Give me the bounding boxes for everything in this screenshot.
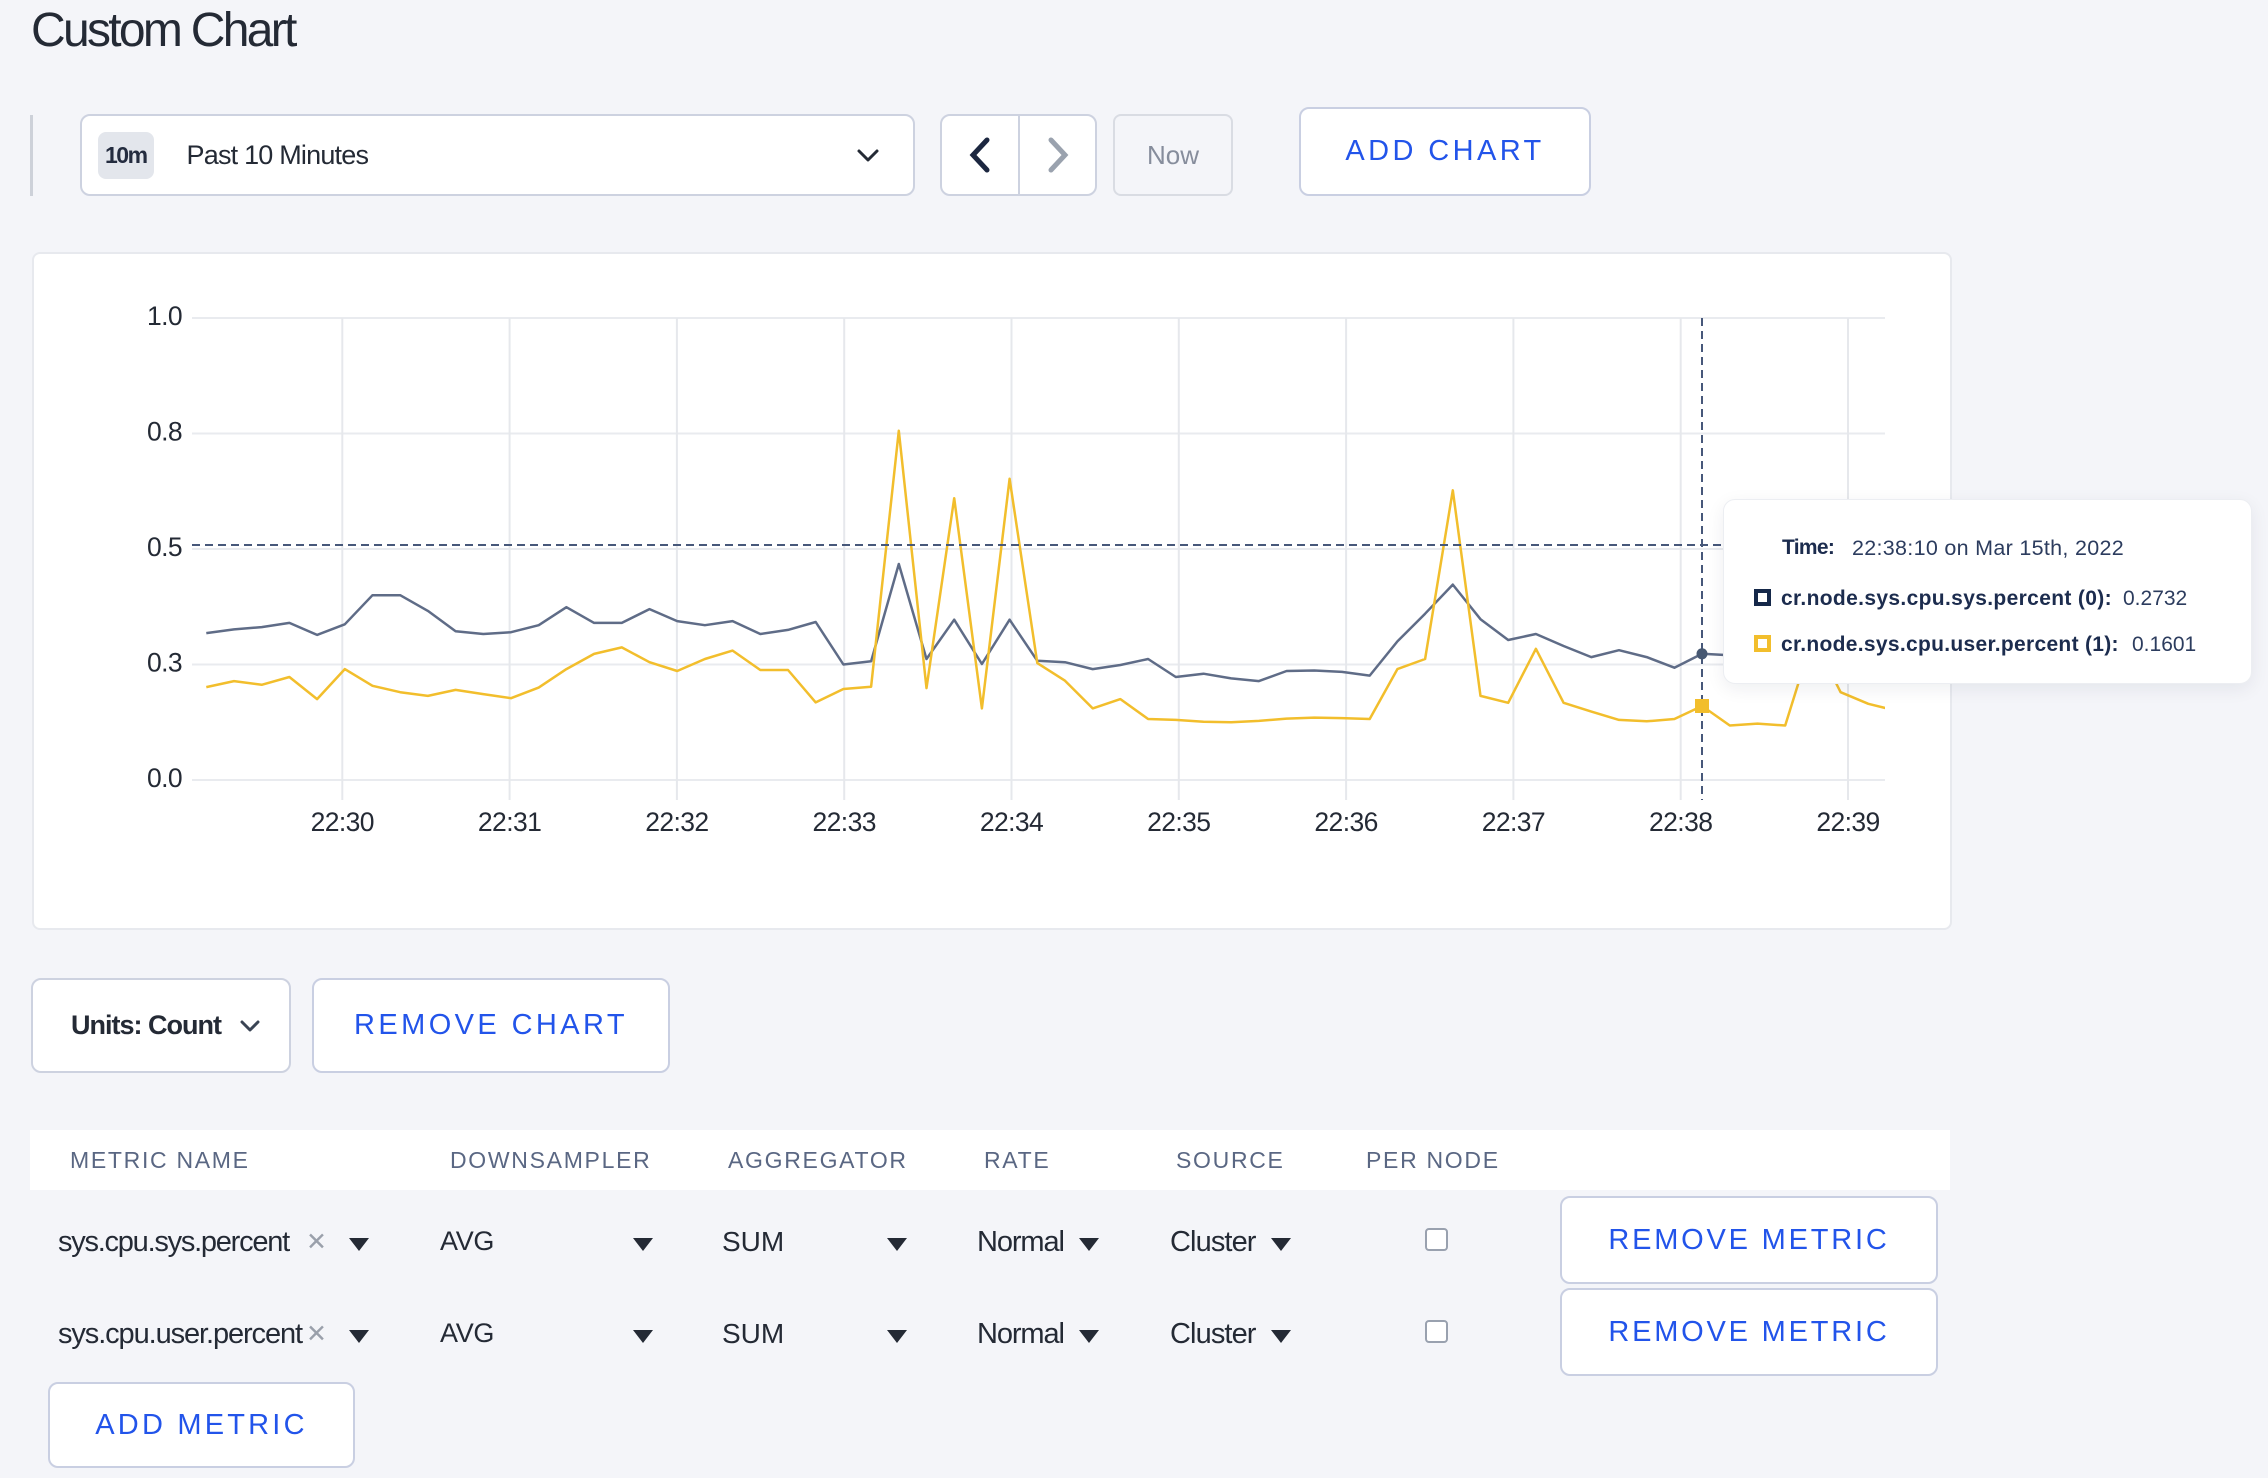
svg-text:22:33: 22:33 [813,807,876,837]
svg-text:22:35: 22:35 [1147,807,1210,837]
svg-text:0.0: 0.0 [147,763,182,793]
svg-text:22:30: 22:30 [311,807,374,837]
svg-text:22:38: 22:38 [1649,807,1712,837]
svg-text:1.0: 1.0 [147,301,182,331]
svg-text:0.5: 0.5 [147,532,182,562]
svg-text:22:36: 22:36 [1314,807,1377,837]
svg-text:22:32: 22:32 [645,807,708,837]
svg-text:22:37: 22:37 [1482,807,1545,837]
svg-text:0.3: 0.3 [147,648,182,678]
svg-text:22:34: 22:34 [980,807,1043,837]
svg-text:0.8: 0.8 [147,417,182,447]
svg-text:22:39: 22:39 [1816,807,1879,837]
svg-text:22:31: 22:31 [478,807,541,837]
